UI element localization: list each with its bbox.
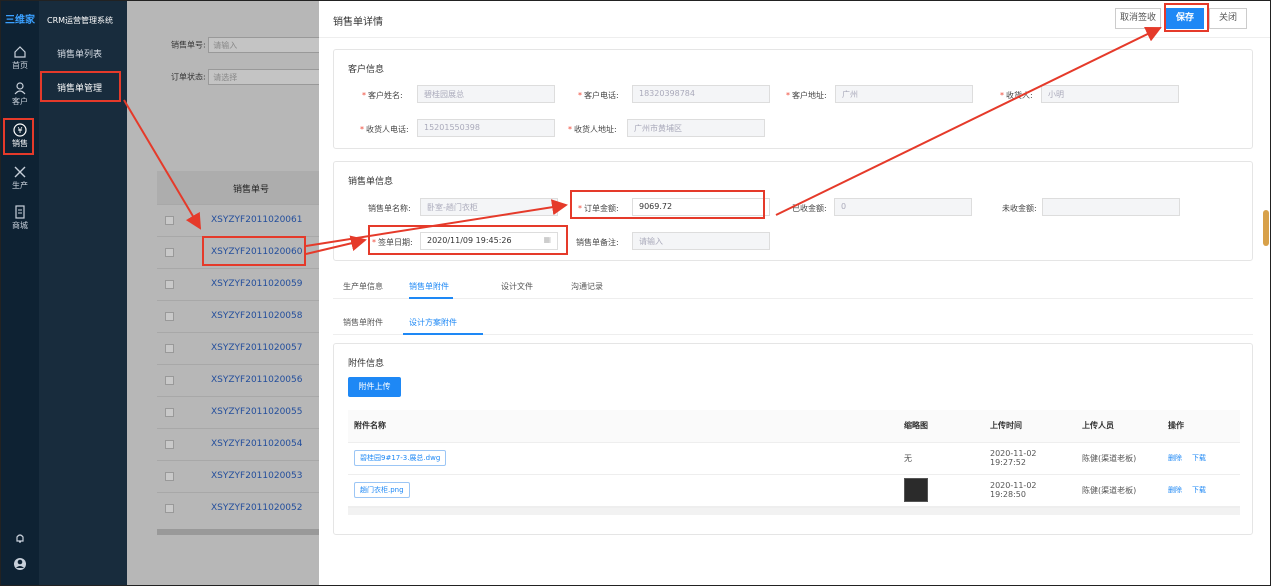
screenshot-border (0, 0, 1271, 586)
